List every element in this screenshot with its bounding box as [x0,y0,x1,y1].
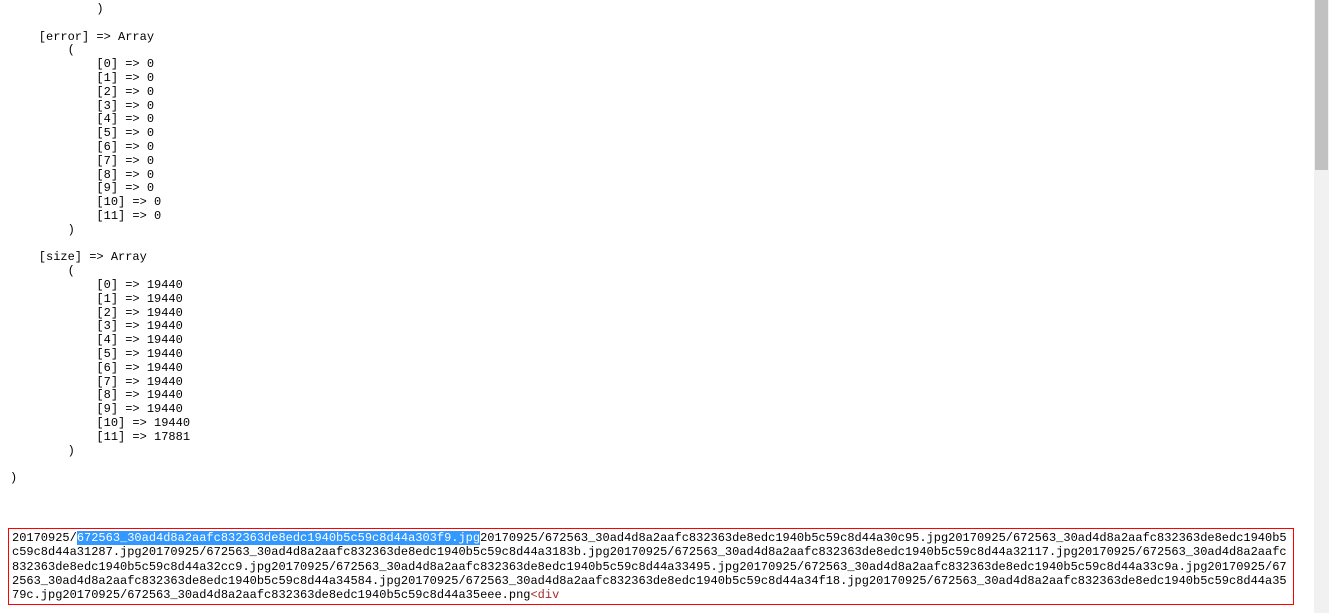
php-array-dump[interactable]: ) [error] => Array ( [0] => 0 [1] => 0 [… [0,0,1314,486]
vertical-scrollbar-track[interactable] [1314,0,1329,613]
page-content: ) [error] => Array ( [0] => 0 [1] => 0 [… [0,0,1314,613]
vertical-scrollbar-thumb[interactable] [1315,0,1328,170]
output-highlight-selection[interactable]: 672563_30ad4d8a2aafc832363de8edc1940b5c5… [77,531,480,545]
output-filenames-box[interactable]: 20170925/672563_30ad4d8a2aafc832363de8ed… [8,528,1294,605]
output-prefix: 20170925/ [12,531,77,545]
output-div-tag: <div [530,588,559,602]
